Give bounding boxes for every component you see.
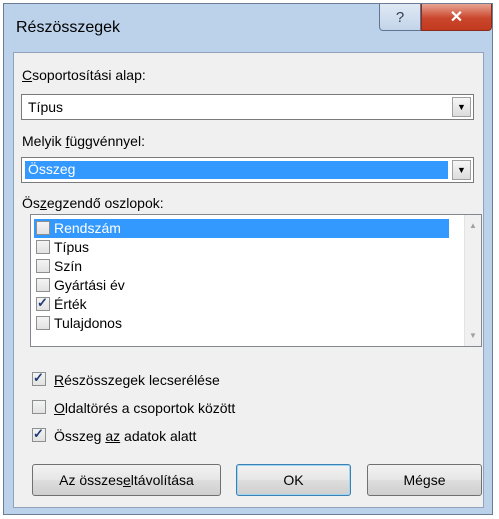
checkbox[interactable] (36, 240, 50, 254)
list-item[interactable]: Szín (34, 257, 449, 276)
checkbox-checked[interactable] (32, 426, 46, 442)
close-button[interactable]: ✕ (421, 4, 492, 31)
dialog-title: Részösszegek (16, 19, 121, 36)
title-bar[interactable]: Részösszegek ? ✕ (4, 4, 492, 52)
function-label: Melyik függvénnyel: (22, 133, 145, 149)
checkbox[interactable] (36, 316, 50, 330)
ok-button[interactable]: OK (236, 464, 351, 496)
list-item[interactable]: Tulajdonos (34, 314, 449, 333)
help-icon: ? (395, 8, 405, 26)
chevron-down-icon[interactable]: ▼ (452, 97, 471, 117)
list-item[interactable]: Érték (34, 295, 449, 314)
checkbox[interactable] (36, 278, 50, 292)
close-icon: ✕ (449, 9, 464, 26)
checkbox-checked[interactable] (32, 370, 46, 386)
cancel-button[interactable]: Mégse (367, 464, 482, 496)
group-by-dropdown[interactable]: Típus ▼ (21, 94, 474, 120)
list-item[interactable]: Rendszám (34, 219, 449, 238)
group-by-value: Típus (28, 99, 64, 115)
scroll-up-icon[interactable]: ▲ (465, 217, 481, 234)
list-item[interactable]: Gyártási év (34, 276, 449, 295)
list-item[interactable]: Típus (34, 238, 449, 257)
group-by-label: Csoportosítási alap: (22, 67, 146, 83)
checkbox[interactable] (36, 221, 50, 235)
checkbox-checked[interactable] (36, 295, 50, 311)
checkbox[interactable] (32, 400, 46, 414)
chevron-down-icon[interactable]: ▼ (452, 160, 471, 180)
scroll-down-icon[interactable]: ▼ (465, 327, 481, 344)
function-value: Összeg (25, 161, 448, 179)
remove-all-button[interactable]: Az összes e ltávolítása (32, 464, 221, 496)
columns-label: Öszegzendő oszlopok: (22, 195, 164, 211)
list-scrollbar[interactable]: ▲ ▼ (464, 215, 481, 346)
help-button[interactable]: ? (379, 4, 421, 31)
checkbox[interactable] (36, 259, 50, 273)
function-dropdown[interactable]: Összeg ▼ (21, 157, 474, 183)
columns-listbox[interactable]: Rendszám Típus Szín Gyártási év Érték Tu… (30, 214, 482, 347)
